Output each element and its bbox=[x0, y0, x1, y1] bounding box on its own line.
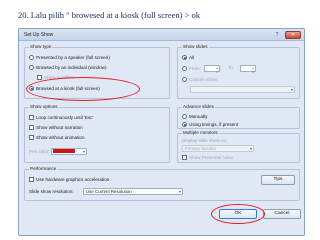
checkbox-icon[interactable] bbox=[29, 125, 34, 130]
chevron-down-icon: ▾ bbox=[290, 87, 293, 92]
checkbox-icon[interactable] bbox=[182, 155, 187, 160]
chevron-down-icon: ▾ bbox=[249, 146, 252, 151]
slide-title: 20. Lalu pilih " browesed at a kiosk (fu… bbox=[18, 10, 200, 20]
multiple-monitors-group: Multiple monitors Display slide show on:… bbox=[177, 130, 300, 163]
checkbox-icon[interactable] bbox=[29, 115, 34, 120]
monitor-value: Primary Monitor bbox=[185, 146, 216, 151]
pen-color-swatch bbox=[53, 149, 75, 153]
monitor-dropdown[interactable]: Primary Monitor ▾ bbox=[182, 145, 254, 152]
chevron-down-icon: ▾ bbox=[178, 189, 181, 194]
set-up-show-dialog: Set Up Show ? ✕ Show type Presented by a… bbox=[18, 28, 305, 236]
pen-color-label: Pen color: bbox=[29, 149, 50, 154]
to-label: To: bbox=[228, 65, 235, 70]
show-slides-label: Show slides bbox=[182, 44, 209, 50]
radio-icon[interactable] bbox=[182, 66, 187, 71]
option-presented-by-speaker[interactable]: Presented by a speaker (full screen) bbox=[29, 55, 110, 61]
dialog-title: Set Up Show bbox=[24, 32, 54, 38]
from-spinner[interactable] bbox=[204, 65, 220, 74]
resolution-value: Use Current Resolution bbox=[86, 189, 132, 194]
option-from[interactable]: From: bbox=[182, 66, 201, 72]
option-hardware-acceleration[interactable]: Use hardware graphics acceleration bbox=[29, 177, 109, 183]
dialog-titlebar: Set Up Show ? ✕ bbox=[19, 29, 304, 41]
advance-slides-group: Advance slides Manually Using timings, i… bbox=[177, 104, 300, 129]
custom-show-dropdown[interactable]: ▾ bbox=[190, 86, 295, 93]
show-options-label: Show options bbox=[29, 104, 59, 110]
to-spinner[interactable] bbox=[240, 65, 256, 74]
option-custom-show[interactable]: Custom show: bbox=[182, 77, 218, 83]
checkbox-icon[interactable] bbox=[37, 75, 42, 80]
close-button[interactable]: ✕ bbox=[285, 31, 301, 39]
help-button[interactable]: ? bbox=[272, 31, 282, 39]
kiosk-highlight-circle bbox=[26, 77, 140, 101]
show-options-group: Show options Loop continuously until 'Es… bbox=[24, 104, 170, 163]
advance-slides-label: Advance slides bbox=[182, 104, 215, 110]
cancel-button[interactable]: Cancel bbox=[263, 209, 301, 219]
ok-highlight-circle bbox=[211, 204, 265, 224]
display-on-label: Display slide show on: bbox=[182, 138, 228, 143]
option-manually[interactable]: Manually bbox=[182, 114, 207, 120]
option-without-animation[interactable]: Show without animation bbox=[29, 135, 85, 141]
option-without-narration[interactable]: Show without narration bbox=[29, 125, 83, 131]
radio-icon[interactable] bbox=[29, 65, 34, 70]
chevron-down-icon: ▾ bbox=[82, 149, 85, 154]
show-type-label: Show type bbox=[29, 44, 53, 50]
tips-button[interactable]: Tips bbox=[261, 175, 295, 185]
performance-label: Performance bbox=[29, 166, 58, 172]
radio-icon[interactable] bbox=[29, 55, 34, 60]
multiple-monitors-label: Multiple monitors bbox=[182, 130, 219, 136]
radio-icon[interactable] bbox=[182, 114, 187, 119]
option-browsed-by-individual[interactable]: Browsed by an individual (window) bbox=[29, 65, 106, 71]
radio-selected-icon[interactable] bbox=[182, 55, 187, 60]
show-slides-group: Show slides All From: To: Custom show: ▾ bbox=[177, 44, 300, 99]
checkbox-icon[interactable] bbox=[29, 177, 34, 182]
radio-icon[interactable] bbox=[182, 77, 187, 82]
resolution-dropdown[interactable]: Use Current Resolution ▾ bbox=[83, 188, 183, 195]
option-loop-continuously[interactable]: Loop continuously until 'Esc' bbox=[29, 115, 93, 121]
resolution-label: Slide show resolution: bbox=[29, 189, 74, 194]
radio-selected-icon[interactable] bbox=[182, 122, 187, 127]
performance-group: Performance Use hardware graphics accele… bbox=[24, 166, 300, 201]
option-presenter-view[interactable]: Show Presenter View bbox=[182, 155, 233, 161]
checkbox-icon[interactable] bbox=[29, 135, 34, 140]
option-all-slides[interactable]: All bbox=[182, 55, 194, 61]
option-using-timings[interactable]: Using timings, if present bbox=[182, 122, 238, 128]
